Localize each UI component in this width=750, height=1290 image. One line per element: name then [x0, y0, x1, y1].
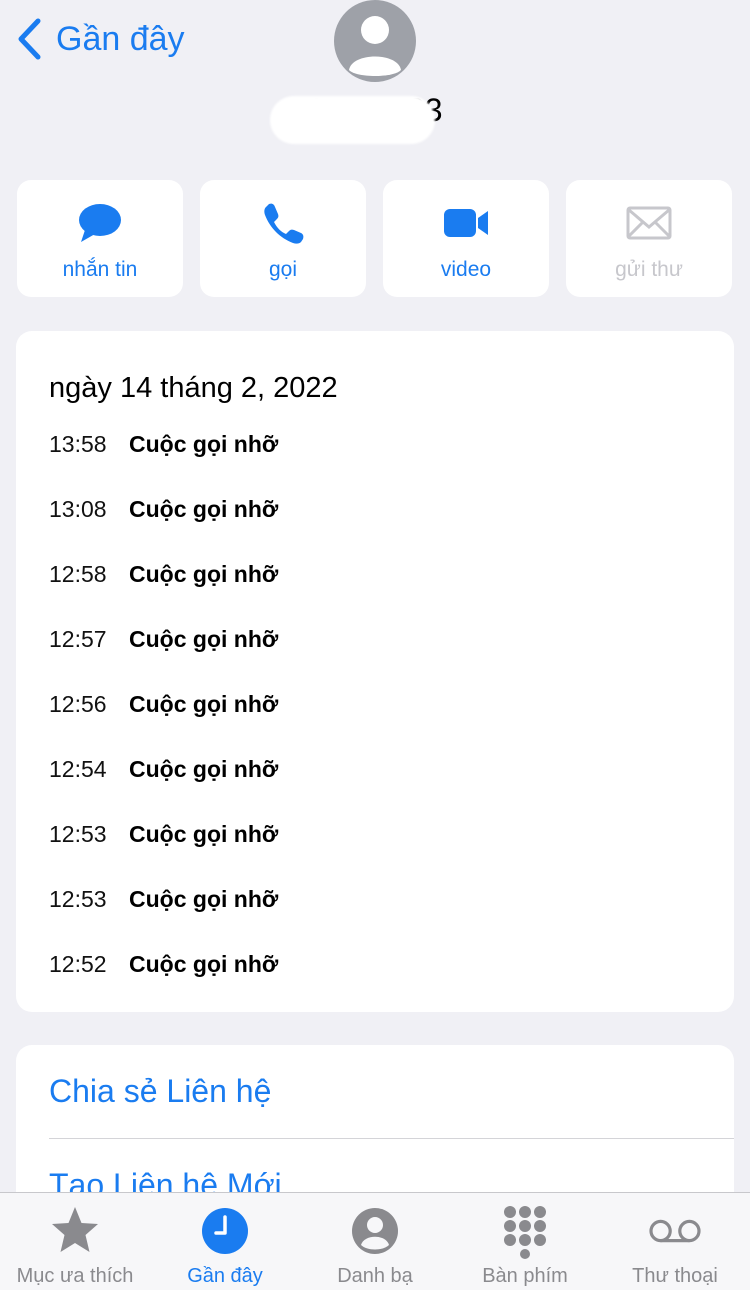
call-time: 12:56 — [49, 691, 107, 717]
voicemail-icon — [649, 1219, 701, 1243]
redaction-mask — [270, 96, 435, 144]
call-row: 12:58 Cuộc gọi nhỡ — [49, 561, 278, 626]
tab-voicemail[interactable]: Thư thoại — [600, 1193, 750, 1290]
star-icon — [52, 1207, 98, 1252]
back-label: Gần đây — [56, 19, 185, 58]
message-button[interactable]: nhắn tin — [17, 180, 183, 297]
call-row: 13:58 Cuộc gọi nhỡ — [49, 431, 278, 496]
mail-icon — [626, 206, 672, 239]
call-time: 12:57 — [49, 626, 107, 652]
person-icon — [349, 16, 401, 76]
share-contact-link[interactable]: Chia sẻ Liên hệ — [49, 1073, 271, 1110]
call-time: 13:08 — [49, 496, 107, 522]
call-row: 12:53 Cuộc gọi nhỡ — [49, 821, 278, 886]
tab-label: Bàn phím — [482, 1265, 568, 1287]
call-type: Cuộc gọi nhỡ — [129, 886, 279, 912]
contacts-icon — [352, 1208, 398, 1254]
call-type: Cuộc gọi nhỡ — [129, 626, 279, 652]
call-history-card: ngày 14 tháng 2, 2022 13:58 Cuộc gọi nhỡ … — [16, 331, 734, 1012]
call-row: 12:53 Cuộc gọi nhỡ — [49, 886, 278, 951]
avatar — [334, 0, 416, 82]
tab-bar: Mục ưa thích Gần đây Danh bạ Bàn phím Th… — [0, 1192, 750, 1290]
tab-label: Thư thoại — [632, 1265, 718, 1287]
call-type: Cuộc gọi nhỡ — [129, 756, 279, 782]
mail-button[interactable]: gửi thư — [566, 180, 732, 297]
phone-icon — [264, 203, 304, 244]
action-buttons: nhắn tin gọi video gửi thư — [17, 180, 732, 297]
call-type: Cuộc gọi nhỡ — [129, 691, 279, 717]
clock-icon — [202, 1208, 248, 1254]
call-type: Cuộc gọi nhỡ — [129, 561, 279, 587]
tab-keypad[interactable]: Bàn phím — [450, 1193, 600, 1290]
call-time: 12:53 — [49, 886, 107, 912]
call-row: 12:56 Cuộc gọi nhỡ — [49, 691, 278, 756]
call-time: 13:58 — [49, 431, 107, 457]
call-type: Cuộc gọi nhỡ — [129, 431, 279, 457]
tab-contacts[interactable]: Danh bạ — [300, 1193, 450, 1290]
tab-recents[interactable]: Gần đây — [150, 1193, 300, 1290]
history-date: ngày 14 tháng 2, 2022 — [49, 372, 338, 404]
call-type: Cuộc gọi nhỡ — [129, 951, 279, 977]
chevron-left-icon — [18, 18, 41, 60]
tab-label: Danh bạ — [337, 1265, 413, 1287]
call-type: Cuộc gọi nhỡ — [129, 496, 279, 522]
call-time: 12:53 — [49, 821, 107, 847]
video-button[interactable]: video — [383, 180, 549, 297]
call-time: 12:54 — [49, 756, 107, 782]
call-row: 13:08 Cuộc gọi nhỡ — [49, 496, 278, 561]
video-label: video — [440, 257, 492, 281]
keypad-icon — [504, 1206, 546, 1259]
mail-label: gửi thư — [615, 257, 683, 281]
back-button[interactable]: Gần đây — [16, 18, 185, 60]
call-row: 12:57 Cuộc gọi nhỡ — [49, 626, 278, 691]
tab-label: Gần đây — [187, 1265, 263, 1287]
message-label: nhắn tin — [62, 257, 138, 281]
call-type: Cuộc gọi nhỡ — [129, 821, 279, 847]
call-button[interactable]: gọi — [200, 180, 366, 297]
call-list: 13:58 Cuộc gọi nhỡ 13:08 Cuộc gọi nhỡ 12:5… — [49, 431, 278, 1016]
call-time: 12:52 — [49, 951, 107, 977]
divider — [49, 1138, 734, 1139]
call-time: 12:58 — [49, 561, 107, 587]
call-row: 12:54 Cuộc gọi nhỡ — [49, 756, 278, 821]
message-icon — [79, 203, 121, 242]
call-row: 12:52 Cuộc gọi nhỡ — [49, 951, 278, 1016]
tab-favorites[interactable]: Mục ưa thích — [0, 1193, 150, 1290]
call-label: gọi — [268, 257, 298, 281]
tab-label: Mục ưa thích — [16, 1265, 134, 1287]
video-icon — [444, 208, 488, 237]
